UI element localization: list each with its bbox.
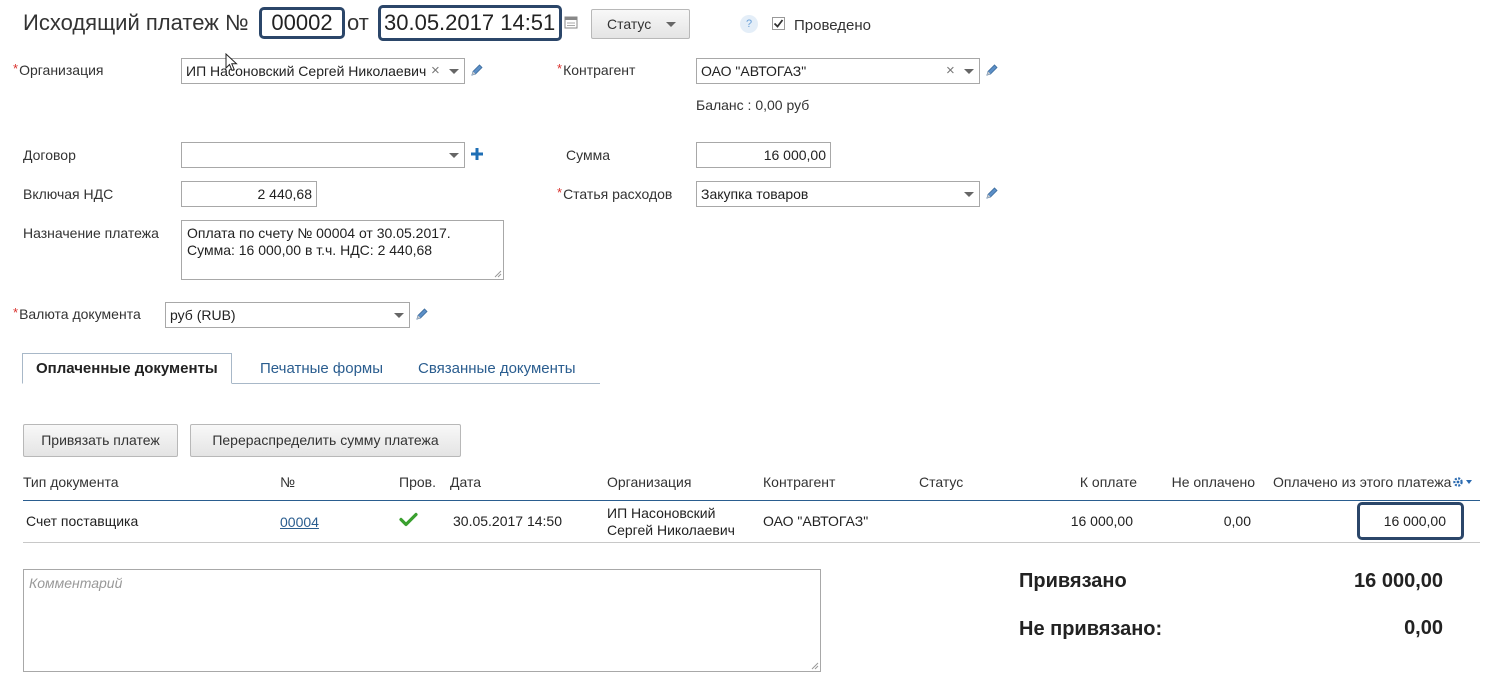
vat-label: Включая НДС <box>23 186 114 202</box>
contractor-label: *Контрагент <box>557 61 636 78</box>
status-button-label: Статус <box>607 16 652 32</box>
contractor-select[interactable]: ОАО "АВТОГАЗ" × <box>696 58 980 84</box>
edit-pencil-icon[interactable] <box>985 63 999 80</box>
contractor-balance: Баланс : 0,00 руб <box>696 97 810 113</box>
comment-textarea[interactable]: Комментарий <box>23 569 821 672</box>
unbound-value: 0,00 <box>1404 617 1443 639</box>
required-mark: * <box>557 61 563 76</box>
organization-select[interactable]: ИП Насоновский Сергей Николаевич × <box>181 58 465 84</box>
col-header-to-pay[interactable]: К оплате <box>1037 474 1137 490</box>
sum-label: Сумма <box>566 147 610 163</box>
help-icon[interactable]: ? <box>740 15 758 33</box>
chevron-down-icon[interactable] <box>449 69 459 74</box>
col-header-doc-type[interactable]: Тип документа <box>23 474 119 490</box>
page-title: Исходящий платеж № <box>23 10 249 35</box>
chevron-down-icon[interactable] <box>964 192 974 197</box>
cell-paid-from-this[interactable]: 16 000,00 <box>1357 502 1464 540</box>
gear-icon <box>1453 477 1472 487</box>
currency-label: *Валюта документа <box>13 305 141 322</box>
purpose-textarea[interactable]: Оплата по счету № 00004 от 30.05.2017. С… <box>181 220 504 280</box>
expense-label: *Статья расходов <box>557 185 673 202</box>
column-settings-button[interactable] <box>1452 475 1474 491</box>
unbound-label: Не привязано: <box>1019 618 1163 640</box>
chevron-down-icon[interactable] <box>964 69 974 74</box>
sum-input[interactable]: 16 000,00 <box>696 142 831 168</box>
required-mark: * <box>13 305 19 320</box>
status-button[interactable]: Статус <box>591 9 690 39</box>
edit-pencil-icon[interactable] <box>470 63 484 80</box>
checkmark-icon <box>773 19 784 28</box>
col-header-unpaid[interactable]: Не оплачено <box>1155 474 1255 490</box>
cell-contractor: ОАО "АВТОГАЗ" <box>763 513 869 529</box>
tab-print-forms[interactable]: Печатные формы <box>260 360 383 377</box>
vat-input[interactable]: 2 440,68 <box>181 181 317 207</box>
col-header-date[interactable]: Дата <box>450 474 481 490</box>
expense-select[interactable]: Закупка товаров <box>696 181 980 207</box>
col-header-posted[interactable]: Пров. <box>399 474 436 490</box>
tab-paid-documents[interactable]: Оплаченные документы <box>22 353 232 384</box>
chevron-down-icon[interactable] <box>449 153 459 158</box>
plus-icon <box>471 148 483 160</box>
table-row[interactable]: Счет поставщика 00004 30.05.2017 14:50 И… <box>23 501 1480 543</box>
contract-select[interactable] <box>181 142 465 168</box>
cell-doc-type: Счет поставщика <box>26 513 139 529</box>
cell-date: 30.05.2017 14:50 <box>453 513 562 529</box>
document-number-field[interactable]: 00002 <box>259 7 345 39</box>
resize-grip-icon[interactable] <box>811 662 819 670</box>
bound-value: 16 000,00 <box>1354 570 1443 592</box>
expense-value: Закупка товаров <box>701 186 809 202</box>
chevron-down-icon <box>666 22 676 27</box>
calendar-icon[interactable] <box>564 15 578 32</box>
posted-label: Проведено <box>794 17 871 34</box>
resize-grip-icon[interactable] <box>494 270 502 278</box>
required-mark: * <box>13 61 19 76</box>
currency-select[interactable]: руб (RUB) <box>165 302 410 328</box>
from-label: от <box>347 10 369 35</box>
col-header-number[interactable]: № <box>280 474 295 490</box>
edit-pencil-icon[interactable] <box>985 186 999 203</box>
clear-icon[interactable]: × <box>946 59 955 83</box>
col-header-paid-from-this[interactable]: Оплачено из этого платежа <box>1273 474 1451 490</box>
redistribute-button[interactable]: Перераспределить сумму платежа <box>190 424 461 457</box>
cell-unpaid: 0,00 <box>1223 513 1251 529</box>
posted-check-icon <box>399 512 418 530</box>
currency-value: руб (RUB) <box>170 307 236 323</box>
document-datetime-field[interactable]: 30.05.2017 14:51 <box>378 5 562 41</box>
purpose-label: Назначение платежа <box>23 225 159 241</box>
cell-organization: ИП Насоновский Сергей Николаевич <box>607 505 735 538</box>
chevron-down-icon[interactable] <box>394 313 404 318</box>
clear-icon[interactable]: × <box>431 59 440 83</box>
mouse-cursor-icon <box>225 53 238 72</box>
contract-label: Договор <box>23 147 76 163</box>
organization-label: *Организация <box>13 61 104 78</box>
document-link[interactable]: 00004 <box>280 514 319 530</box>
posted-checkbox[interactable] <box>772 17 785 30</box>
add-contract-button[interactable] <box>469 146 485 165</box>
contractor-value: ОАО "АВТОГАЗ" <box>701 63 807 79</box>
cell-to-pay: 16 000,00 <box>1070 513 1133 529</box>
organization-value: ИП Насоновский Сергей Николаевич <box>186 63 427 79</box>
col-header-organization[interactable]: Организация <box>607 474 691 490</box>
bound-label: Привязано <box>1019 570 1127 592</box>
col-header-status[interactable]: Статус <box>919 474 963 490</box>
required-mark: * <box>557 185 563 200</box>
col-header-contractor[interactable]: Контрагент <box>763 474 835 490</box>
tab-related-documents[interactable]: Связанные документы <box>418 360 576 377</box>
edit-pencil-icon[interactable] <box>415 307 429 324</box>
comment-placeholder: Комментарий <box>29 575 123 591</box>
bind-payment-button[interactable]: Привязать платеж <box>23 424 178 457</box>
